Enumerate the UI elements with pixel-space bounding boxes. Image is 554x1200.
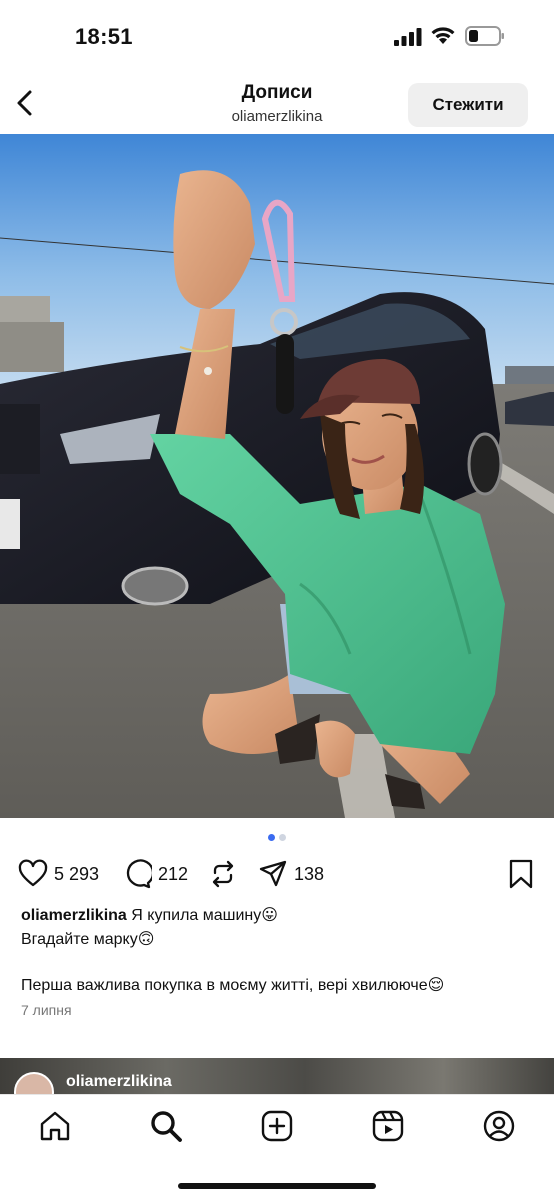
carousel-dot xyxy=(279,834,286,841)
create-icon xyxy=(261,1110,293,1142)
share-button[interactable]: 138 xyxy=(258,858,324,890)
send-icon xyxy=(259,860,287,887)
cellular-signal-icon xyxy=(394,28,422,46)
tab-create[interactable] xyxy=(260,1109,294,1143)
search-icon xyxy=(151,1111,182,1142)
bookmark-icon[interactable] xyxy=(508,859,534,889)
caption-username[interactable]: oliamerzlikina xyxy=(21,907,127,924)
follow-button[interactable]: Стежити xyxy=(408,83,528,127)
comment-icon xyxy=(126,859,152,889)
caption-line2: Вгадайте марку🙃 xyxy=(21,931,155,948)
post-date: 7 липня xyxy=(21,1002,72,1018)
shares-count[interactable]: 138 xyxy=(294,864,324,885)
caption-paragraph: Перша важлива покупка в моєму житті, вер… xyxy=(21,977,445,994)
caption-line1: Я купила машину😛 xyxy=(131,907,278,924)
comment-button[interactable]: 212 xyxy=(122,858,188,890)
status-time: 18:51 xyxy=(75,24,133,49)
carousel-dot-active xyxy=(268,834,275,841)
heart-icon xyxy=(18,859,48,887)
tab-reels[interactable] xyxy=(371,1109,405,1143)
bottom-tab-bar xyxy=(0,1094,554,1200)
profile-icon xyxy=(483,1110,515,1142)
post-caption: oliamerzlikina Я купила машину😛 Вгадайте… xyxy=(21,904,537,998)
carousel-indicator xyxy=(0,834,554,841)
post-image xyxy=(0,134,554,818)
reels-icon xyxy=(372,1110,404,1142)
likes-count[interactable]: 5 293 xyxy=(54,864,99,885)
post-actions: 5 293 212 138 xyxy=(0,854,554,894)
next-post-preview[interactable]: oliamerzlikina xyxy=(0,1058,554,1094)
battery-icon xyxy=(465,26,504,46)
repost-icon xyxy=(212,860,234,888)
home-icon xyxy=(40,1111,70,1141)
tab-profile[interactable] xyxy=(482,1109,516,1143)
status-bar: 18:51 xyxy=(0,0,554,70)
comments-count[interactable]: 212 xyxy=(158,864,188,885)
tab-search[interactable] xyxy=(149,1109,183,1143)
post-photo[interactable] xyxy=(0,134,554,818)
like-button[interactable]: 5 293 xyxy=(18,858,99,890)
next-post-username[interactable]: oliamerzlikina xyxy=(66,1073,172,1091)
tab-home[interactable] xyxy=(38,1109,72,1143)
repost-button[interactable] xyxy=(208,858,238,890)
home-indicator xyxy=(178,1183,376,1189)
wifi-icon xyxy=(431,27,455,44)
post-header: Дописи oliamerzlikina Стежити xyxy=(0,70,554,134)
